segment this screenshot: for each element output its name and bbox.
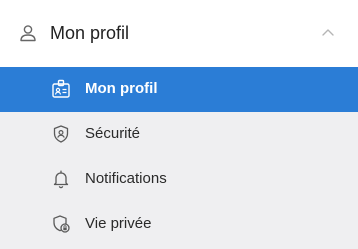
profile-section-header[interactable]: Mon profil [0, 0, 358, 67]
menu-item-label: Sécurité [85, 125, 141, 142]
menu-item-label: Notifications [85, 170, 167, 187]
shield-icon [51, 124, 71, 144]
profile-section-title: Mon profil [50, 23, 130, 43]
bell-icon [51, 169, 71, 189]
menu-item-vie-privee[interactable]: Vie privée [0, 202, 358, 247]
menu-item-securite[interactable]: Sécurité [0, 112, 358, 157]
menu-item-notifications[interactable]: Notifications [0, 157, 358, 202]
id-card-icon [51, 79, 71, 99]
privacy-shield-icon [51, 214, 71, 234]
menu-item-label: Vie privée [85, 215, 152, 232]
profile-menu-panel: Mon profil Mon profil Sécurité Notificat… [0, 0, 358, 249]
menu-item-label: Mon profil [85, 80, 158, 97]
menu-item-mon-profil[interactable]: Mon profil [0, 67, 358, 112]
chevron-up-icon[interactable] [321, 27, 335, 37]
user-icon [19, 24, 37, 42]
